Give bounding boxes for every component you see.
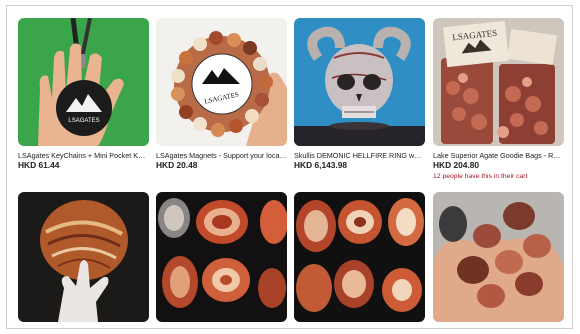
listing-card[interactable] <box>18 192 149 322</box>
listing-card[interactable]: LSAGATES Lake Superior Agate Goodie Bags… <box>433 18 564 181</box>
listing-price: HKD 61.44 <box>18 160 60 170</box>
listing-price: HKD 20.48 <box>156 160 198 170</box>
polished-agates-photo[interactable] <box>156 192 287 322</box>
keychain-photo[interactable]: LSAGATES <box>18 18 149 146</box>
skull-ring-photo[interactable] <box>294 18 425 146</box>
listing-card[interactable]: Skullis DEMONIC HELLFIRE RING worn... HK… <box>294 18 425 170</box>
listing-grid: LSAGATES LSAgates KeyChains + Mini Pocke… <box>6 5 573 329</box>
keychain-logo-text: LSAGATES <box>68 118 99 124</box>
magnets-photo[interactable]: LSAGATES <box>156 18 287 146</box>
agate-bags-photo[interactable]: LSAGATES <box>433 18 564 146</box>
listing-title[interactable]: Lake Superior Agate Goodie Bags - Ran... <box>433 151 564 160</box>
agate-hand-sculpture-photo[interactable] <box>18 192 149 322</box>
listing-card[interactable]: LSAGATES LSAgates Magnets - Support your… <box>156 18 287 170</box>
listing-card[interactable] <box>294 192 425 322</box>
listing-title[interactable]: Skullis DEMONIC HELLFIRE RING worn... <box>294 151 425 160</box>
listing-title[interactable]: LSAgates KeyChains + Mini Pocket Knif... <box>18 151 149 160</box>
listing-card[interactable] <box>433 192 564 322</box>
agates-in-hand-photo[interactable] <box>433 192 564 322</box>
listing-card[interactable]: LSAGATES LSAgates KeyChains + Mini Pocke… <box>18 18 149 170</box>
listing-price: HKD 204.80 <box>433 160 480 170</box>
cart-count-note: 12 people have this in their cart <box>433 173 528 180</box>
agate-slices-photo[interactable] <box>294 192 425 322</box>
listing-card[interactable] <box>156 192 287 322</box>
listing-title[interactable]: LSAgates Magnets - Support your local r.… <box>156 151 287 160</box>
listing-price: HKD 6,143.98 <box>294 160 348 170</box>
